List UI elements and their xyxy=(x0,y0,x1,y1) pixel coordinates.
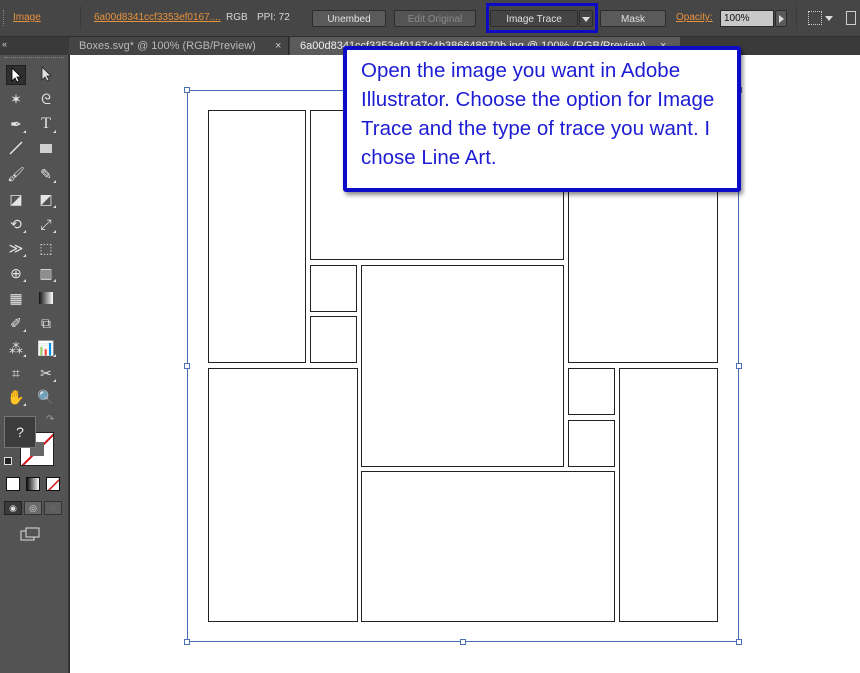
mesh-tool[interactable]: ▦ xyxy=(6,288,26,308)
symbol-sprayer-tool[interactable]: ⁂ xyxy=(6,338,26,358)
toolbox-grip xyxy=(4,57,64,61)
unembed-button[interactable]: Unembed xyxy=(312,10,386,27)
eyedropper-tool[interactable]: ✐ xyxy=(6,313,26,333)
callout-text: Open the image you want in Adobe Illustr… xyxy=(361,59,715,169)
edit-original-button[interactable]: Edit Original xyxy=(394,10,476,27)
swap-fill-stroke-icon[interactable]: ↷ xyxy=(46,414,54,425)
gradient-tool[interactable] xyxy=(36,288,56,308)
blend-tool[interactable]: ⧉ xyxy=(36,313,56,333)
draw-normal-button[interactable]: ◉ xyxy=(4,501,22,515)
image-box xyxy=(310,265,357,312)
triangle-right-icon xyxy=(778,15,784,24)
control-bar: Image 6a00d8341ccf3353ef0167.... RGB PPI… xyxy=(0,0,860,37)
close-icon[interactable]: × xyxy=(275,37,281,55)
opacity-input[interactable]: 100% xyxy=(720,10,774,27)
perspective-grid-tool[interactable]: ▥ xyxy=(36,263,56,283)
resize-handle[interactable] xyxy=(184,87,190,93)
zoom-tool[interactable]: 🔍 xyxy=(36,387,56,407)
image-box xyxy=(361,265,564,467)
gradient-mode-button[interactable] xyxy=(26,477,40,491)
image-box xyxy=(619,368,718,622)
pen-tool[interactable]: ✒ xyxy=(6,114,26,134)
arrow-cursor-icon xyxy=(11,67,22,83)
divider xyxy=(796,6,797,30)
image-box xyxy=(568,368,615,415)
resize-handle[interactable] xyxy=(460,639,466,645)
fill-swatch[interactable]: ? xyxy=(4,416,36,448)
column-graph-tool[interactable]: 📊 xyxy=(36,338,56,358)
width-tool[interactable]: ≫ xyxy=(6,238,26,258)
tools-panel: ✶ ᘓ ✒ T 🖌 ✎ ◪ ◩ ⟲ ⤢ ≫ ⬚ ⊕ ▥ ▦ ✐ ⧉ ⁂ 📊 ⌗ … xyxy=(0,55,69,673)
resize-handle[interactable] xyxy=(736,639,742,645)
shape-builder-tool[interactable]: ⊕ xyxy=(6,263,26,283)
line-icon xyxy=(9,141,23,155)
resize-handle[interactable] xyxy=(184,363,190,369)
collapse-toolbox-icon[interactable]: « xyxy=(2,39,7,49)
direct-selection-tool[interactable] xyxy=(36,65,56,85)
align-icon[interactable] xyxy=(808,11,822,25)
eraser-tool[interactable]: ◩ xyxy=(36,189,56,209)
tab-boxes-svg[interactable]: Boxes.svg* @ 100% (RGB/Preview) xyxy=(69,37,289,55)
image-box xyxy=(568,420,615,467)
grip-icon xyxy=(3,10,7,26)
opacity-stepper[interactable] xyxy=(775,10,787,27)
none-mode-button[interactable] xyxy=(46,477,60,491)
object-type-label[interactable]: Image xyxy=(13,12,41,23)
color-mode-label: RGB xyxy=(226,12,248,23)
unknown-fill-label: ? xyxy=(16,424,24,440)
rectangle-icon xyxy=(40,144,52,153)
resize-handle[interactable] xyxy=(736,363,742,369)
artboard-tool[interactable]: ⌗ xyxy=(6,363,26,383)
image-trace-highlight xyxy=(486,3,598,33)
resize-handle[interactable] xyxy=(184,639,190,645)
instruction-callout: Open the image you want in Adobe Illustr… xyxy=(343,46,741,192)
blob-brush-tool[interactable]: ◪ xyxy=(6,189,26,209)
rotate-tool[interactable]: ⟲ xyxy=(6,214,26,234)
panel-menu-icon[interactable] xyxy=(846,11,856,25)
ppi-label: PPI: 72 xyxy=(257,12,290,23)
linked-file-link[interactable]: 6a00d8341ccf3353ef0167.... xyxy=(94,12,221,23)
draw-behind-button[interactable]: ◎ xyxy=(24,501,42,515)
screen-mode-icon-svg xyxy=(20,527,40,541)
screen-mode-icon[interactable] xyxy=(20,527,42,541)
tab-label: Boxes.svg* @ 100% (RGB/Preview) xyxy=(79,40,256,52)
gradient-icon xyxy=(39,292,53,304)
color-mode-button[interactable] xyxy=(6,477,20,491)
magic-wand-tool[interactable]: ✶ xyxy=(6,89,26,109)
line-segment-tool[interactable] xyxy=(6,139,26,159)
pencil-tool[interactable]: ✎ xyxy=(36,164,56,184)
type-tool[interactable]: T xyxy=(36,114,56,134)
mask-button[interactable]: Mask xyxy=(600,10,666,27)
slice-tool[interactable]: ✂ xyxy=(36,363,56,383)
selection-tool[interactable] xyxy=(6,65,26,85)
image-box xyxy=(208,110,306,363)
free-transform-tool[interactable]: ⬚ xyxy=(36,238,56,258)
image-box xyxy=(208,368,358,622)
none-slash-icon xyxy=(47,478,59,490)
draw-inside-button[interactable]: ◌ xyxy=(44,501,62,515)
image-box xyxy=(361,471,615,622)
white-arrow-icon xyxy=(41,66,52,82)
opacity-label[interactable]: Opacity: xyxy=(676,12,713,23)
paintbrush-tool[interactable]: 🖌 xyxy=(6,164,26,184)
scale-tool[interactable]: ⤢ xyxy=(36,214,56,234)
image-box xyxy=(310,316,357,363)
chevron-down-icon[interactable] xyxy=(825,16,833,21)
hand-tool[interactable]: ✋ xyxy=(6,387,26,407)
default-fill-stroke-icon[interactable] xyxy=(4,457,12,465)
rectangle-tool[interactable] xyxy=(36,139,56,159)
lasso-tool[interactable]: ᘓ xyxy=(36,89,56,109)
divider xyxy=(80,6,81,30)
